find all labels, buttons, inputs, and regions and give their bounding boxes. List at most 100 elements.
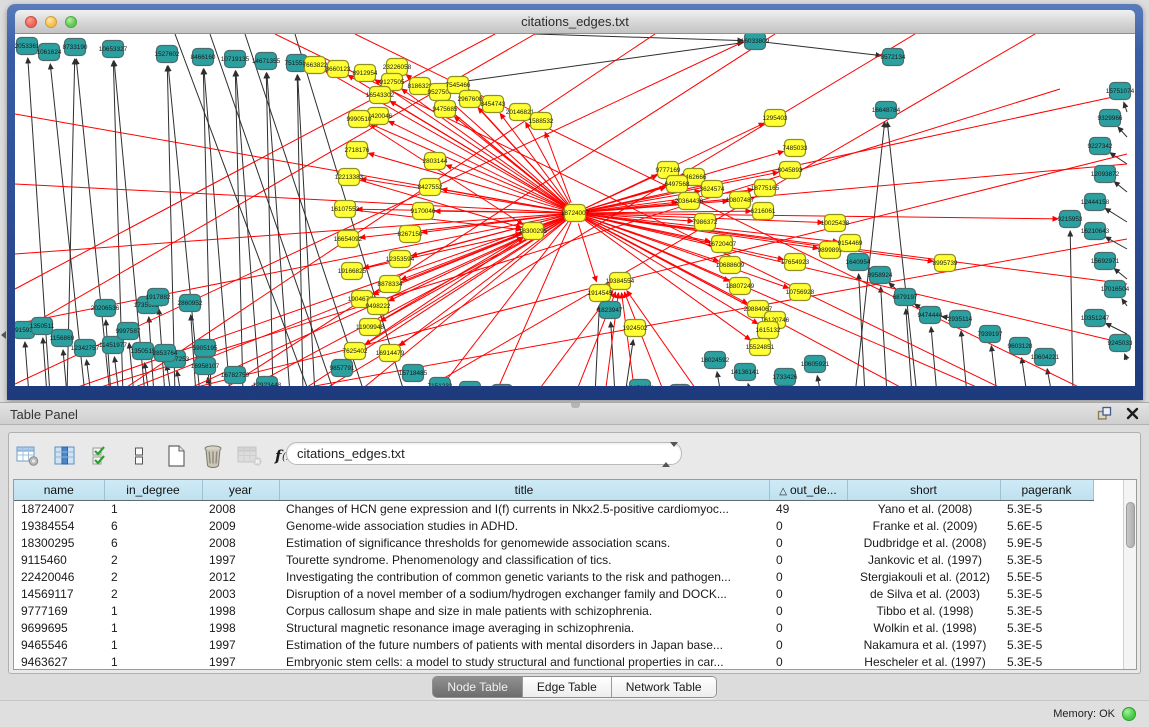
cell-title[interactable]: Estimation of the future numbers of pati… [279, 636, 769, 653]
network-edge[interactable] [63, 350, 67, 386]
cell-name[interactable]: 9699695 [14, 619, 104, 636]
network-edge[interactable] [881, 287, 887, 386]
tab-edge-table[interactable]: Edge Table [523, 677, 612, 697]
cell-title[interactable]: Investigating the contribution of common… [279, 568, 769, 585]
cell-title[interactable]: Embryonic stem cells: a model to study s… [279, 653, 769, 670]
network-node[interactable]: 1350511 [30, 318, 55, 335]
network-node[interactable]: 10653327 [99, 41, 128, 58]
network-node[interactable]: 16782759 [221, 367, 250, 384]
network-edge[interactable] [624, 292, 665, 386]
network-edge[interactable] [1022, 358, 1027, 386]
network-edge[interactable] [817, 376, 821, 386]
network-node[interactable]: 16107553 [331, 201, 360, 218]
network-node[interactable]: 16914479 [376, 345, 405, 362]
network-node[interactable]: 9475685 [433, 101, 458, 118]
delete-column-button[interactable] [200, 443, 226, 469]
network-node[interactable]: 16451221 [626, 380, 655, 387]
cell-pagerank[interactable]: 5.3E-5 [1000, 653, 1093, 670]
cell-title[interactable]: Corpus callosum shape and size in male p… [279, 602, 769, 619]
network-node[interactable]: 1733426 [773, 369, 798, 386]
cell-pagerank[interactable]: 5.3E-5 [1000, 585, 1093, 602]
network-node[interactable]: 9990510 [347, 111, 372, 128]
network-node[interactable]: 1527602 [155, 46, 180, 63]
network-node[interactable]: 15751074 [1106, 83, 1135, 100]
network-edge[interactable] [165, 154, 1127, 386]
network-node[interactable]: 9498222 [366, 298, 391, 315]
network-node[interactable]: 14671355 [252, 53, 281, 70]
network-edge[interactable] [1114, 182, 1127, 192]
cell-year[interactable]: 2012 [202, 568, 279, 585]
network-node[interactable]: 20206536 [91, 300, 120, 317]
network-node[interactable]: 7625402 [343, 343, 368, 360]
network-edge[interactable] [87, 360, 91, 386]
cell-pagerank[interactable]: 5.3E-5 [1000, 619, 1093, 636]
network-node[interactable]: 2853764 [153, 345, 178, 362]
cell-year[interactable]: 2008 [202, 500, 279, 517]
network-node[interactable]: 8267150 [398, 226, 423, 243]
cell-short[interactable]: Jankovic et al. (1997) [847, 551, 1000, 568]
network-edge[interactable] [203, 69, 211, 386]
cell-out_degree[interactable]: 0 [769, 551, 847, 568]
cell-year[interactable]: 2003 [202, 585, 279, 602]
network-node[interactable]: 8454743 [481, 96, 506, 113]
network-node[interactable]: 6497568 [665, 176, 690, 193]
network-node[interactable]: 9227342 [1088, 138, 1113, 155]
network-node[interactable]: 9170046 [411, 203, 436, 220]
network-node[interactable]: 10604221 [1031, 349, 1060, 366]
cell-title[interactable]: Tourette syndrome. Phenomenology and cla… [279, 551, 769, 568]
network-node[interactable]: 7986372 [693, 214, 718, 231]
cell-year[interactable]: 1998 [202, 602, 279, 619]
cell-pagerank[interactable]: 5.5E-5 [1000, 568, 1093, 585]
network-node[interactable]: 15524851 [746, 339, 775, 356]
cell-year[interactable]: 1998 [202, 619, 279, 636]
table-row[interactable]: 1830029562008Estimation of significance … [14, 534, 1093, 551]
network-edge[interactable] [1105, 237, 1127, 249]
node-layer[interactable]: 2053361106162487331901065332715276028466… [15, 34, 1135, 386]
network-edge[interactable] [627, 291, 700, 386]
cell-out_degree[interactable]: 0 [769, 585, 847, 602]
sidebar-collapse-arrow-icon[interactable] [1, 331, 6, 339]
cell-short[interactable]: Yano et al. (2008) [847, 500, 1000, 517]
network-node[interactable]: 8466160 [191, 49, 216, 66]
network-node[interactable]: 19166825 [338, 263, 367, 280]
cell-in_degree[interactable]: 2 [104, 585, 202, 602]
network-node[interactable]: 17654923 [781, 254, 810, 271]
cell-out_degree[interactable]: 0 [769, 602, 847, 619]
network-node[interactable]: 1823947 [598, 302, 623, 319]
cell-name[interactable]: 9115460 [14, 551, 104, 568]
cell-year[interactable]: 1997 [202, 653, 279, 670]
network-edge[interactable] [991, 346, 997, 386]
network-node[interactable]: 8660123 [326, 61, 351, 78]
cell-short[interactable]: Hescheler et al. (1997) [847, 653, 1000, 670]
network-node[interactable]: 16033809 [741, 34, 770, 50]
network-node[interactable]: 8995739 [933, 255, 958, 272]
network-node[interactable]: 1640954 [846, 254, 871, 271]
network-edge[interactable] [717, 372, 721, 386]
network-edge[interactable] [267, 73, 290, 386]
cell-in_degree[interactable]: 6 [104, 517, 202, 534]
table-select-dropdown[interactable]: citations_edges.txt [286, 442, 682, 465]
network-node[interactable]: 8878334 [378, 276, 403, 293]
cell-name[interactable]: 9777169 [14, 602, 104, 619]
network-node[interactable]: 10719135 [221, 51, 250, 68]
tab-network-table[interactable]: Network Table [612, 677, 716, 697]
network-edge[interactable] [1122, 299, 1127, 306]
cell-year[interactable]: 2009 [202, 517, 279, 534]
network-node[interactable]: 12923448 [253, 377, 282, 387]
network-node[interactable]: 12342757 [71, 340, 100, 357]
cell-year[interactable]: 2008 [202, 534, 279, 551]
table-row[interactable]: 1456911722003Disruption of a novel membe… [14, 585, 1093, 602]
network-node[interactable]: 18300295 [519, 223, 548, 240]
cell-out_degree[interactable]: 0 [769, 568, 847, 585]
network-edge[interactable] [578, 223, 596, 281]
network-node[interactable]: 20364436 [675, 193, 704, 210]
network-node[interactable]: 16543302 [366, 87, 395, 104]
cell-name[interactable]: 9465546 [14, 636, 104, 653]
column-header-pagerank[interactable]: pagerank [1000, 480, 1093, 500]
network-node[interactable]: 10756928 [786, 284, 815, 301]
cell-pagerank[interactable]: 5.3E-5 [1000, 602, 1093, 619]
cell-year[interactable]: 1997 [202, 636, 279, 653]
network-graph[interactable]: 2053361106162487331901065332715276028466… [15, 34, 1135, 386]
network-node[interactable]: 8912954 [353, 65, 378, 82]
network-node[interactable]: 11909948 [356, 319, 384, 336]
